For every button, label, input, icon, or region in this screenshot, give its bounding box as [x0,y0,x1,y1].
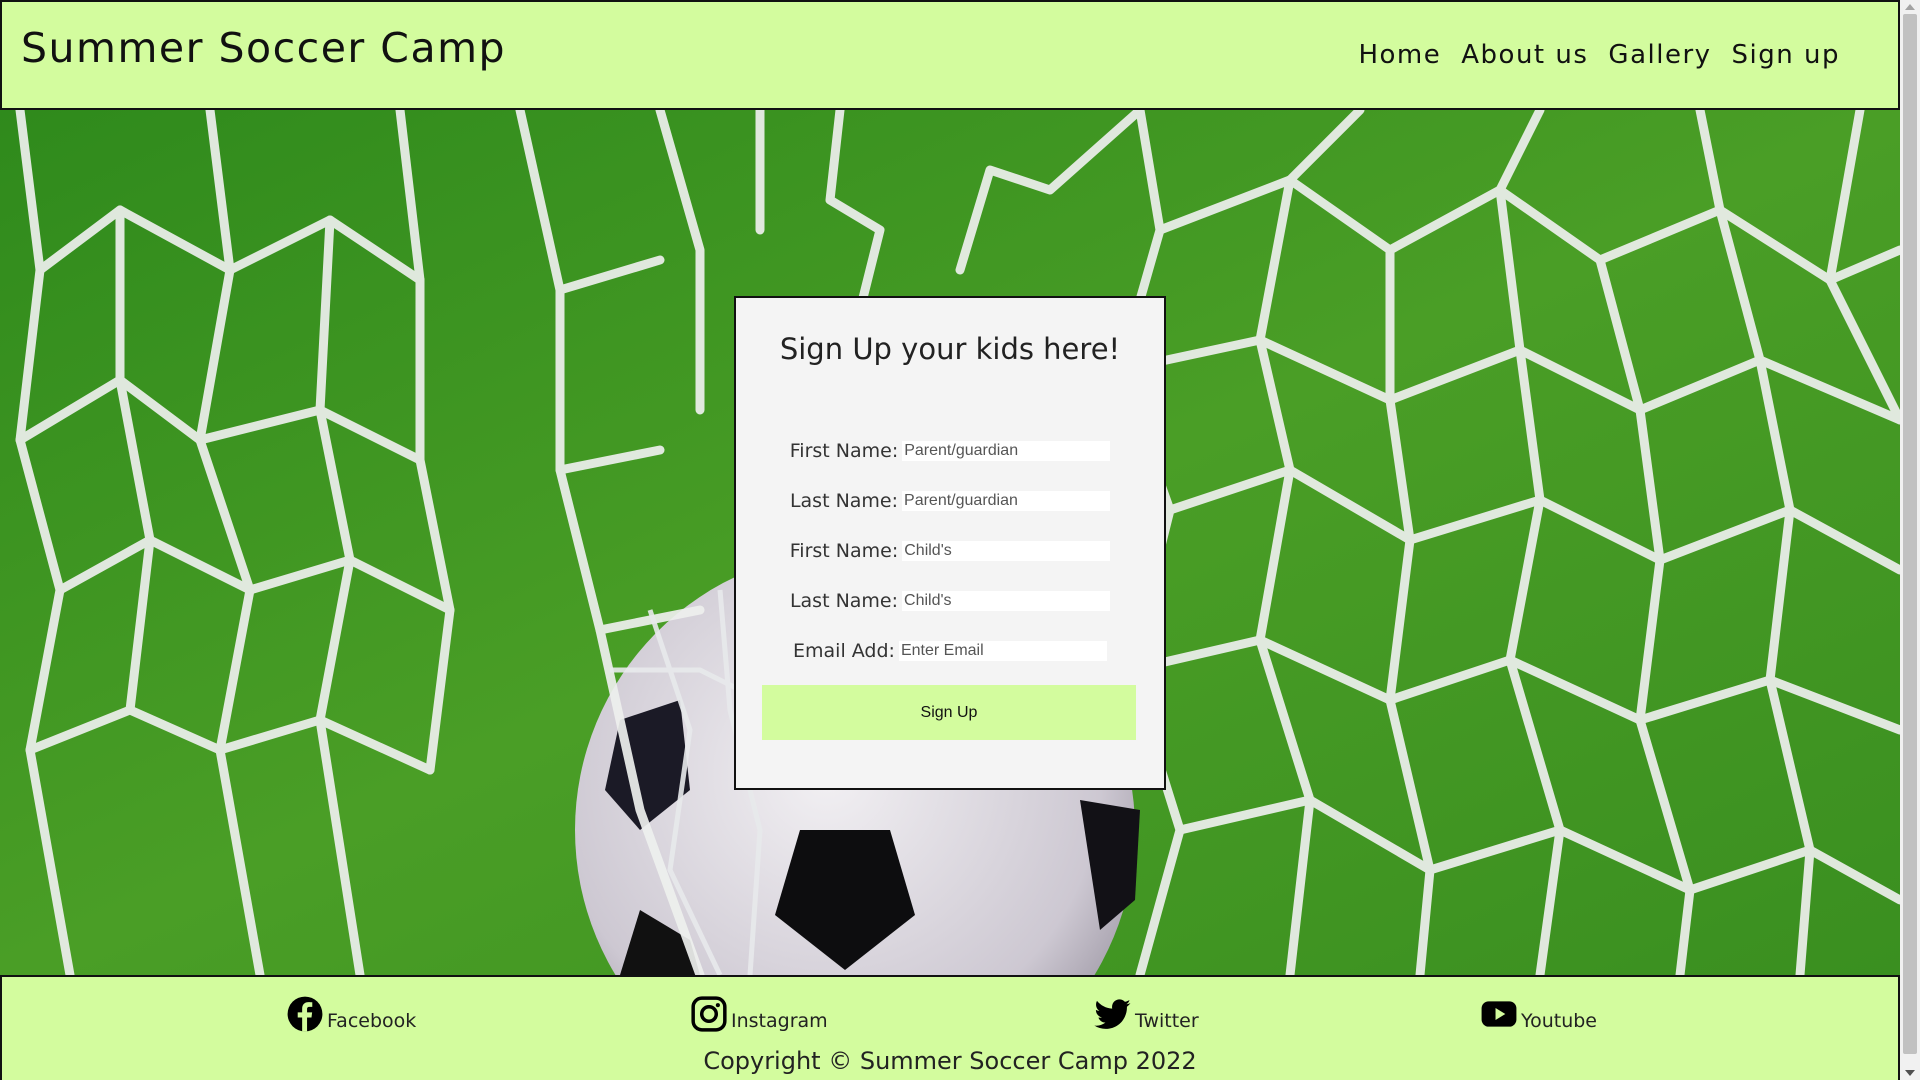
child-last-name-row: Last Name: [736,590,1164,612]
child-last-name-label: Last Name: [789,590,899,612]
instagram-label: Instagram [731,1010,828,1032]
facebook-label: Facebook [327,1010,417,1032]
scroll-down-arrow-icon[interactable] [1905,1070,1915,1076]
parent-last-name-input[interactable] [902,491,1111,511]
scrollbar-thumb[interactable] [1903,14,1917,1054]
child-first-name-label: First Name: [789,540,899,562]
twitter-link[interactable]: Twitter [1094,995,1199,1033]
nav-about-link[interactable]: About us [1461,40,1588,70]
youtube-link[interactable]: Youtube [1480,995,1597,1033]
parent-last-name-row: Last Name: [736,490,1164,512]
copyright-text: Copyright © Summer Soccer Camp 2022 [703,1047,1197,1075]
child-first-name-row: First Name: [736,540,1164,562]
instagram-link[interactable]: Instagram [690,995,828,1033]
nav-home-link[interactable]: Home [1358,40,1441,70]
parent-first-name-row: First Name: [736,440,1164,462]
youtube-icon [1481,1001,1517,1027]
child-last-name-input[interactable] [902,591,1111,611]
facebook-link[interactable]: Facebook [286,995,416,1033]
site-footer: Facebook Instagram Twitter Youtube Copyr… [0,975,1900,1080]
email-label: Email Add: [793,640,895,662]
email-input[interactable] [898,641,1107,661]
signup-form-heading: Sign Up your kids here! [779,332,1121,366]
email-row: Email Add: [736,640,1164,662]
parent-last-name-label: Last Name: [789,490,899,512]
facebook-icon [287,996,323,1032]
main-nav: Home About us Gallery Sign up [1358,40,1840,70]
page-scrollbar[interactable] [1900,0,1920,1080]
nav-gallery-link[interactable]: Gallery [1608,40,1711,70]
scroll-up-arrow-icon[interactable] [1905,4,1915,10]
child-first-name-input[interactable] [902,541,1111,561]
twitter-label: Twitter [1135,1010,1199,1032]
signup-submit-button[interactable]: Sign Up [762,685,1136,740]
parent-first-name-input[interactable] [902,441,1111,461]
parent-first-name-label: First Name: [789,440,899,462]
site-header: Summer Soccer Camp Home About us Gallery… [0,0,1900,110]
nav-signup-link[interactable]: Sign up [1732,40,1840,70]
instagram-icon [691,996,727,1032]
youtube-label: Youtube [1521,1010,1597,1032]
site-title: Summer Soccer Camp [21,24,507,72]
twitter-icon [1094,999,1131,1029]
signup-form-card: Sign Up your kids here! First Name: Last… [734,296,1166,790]
